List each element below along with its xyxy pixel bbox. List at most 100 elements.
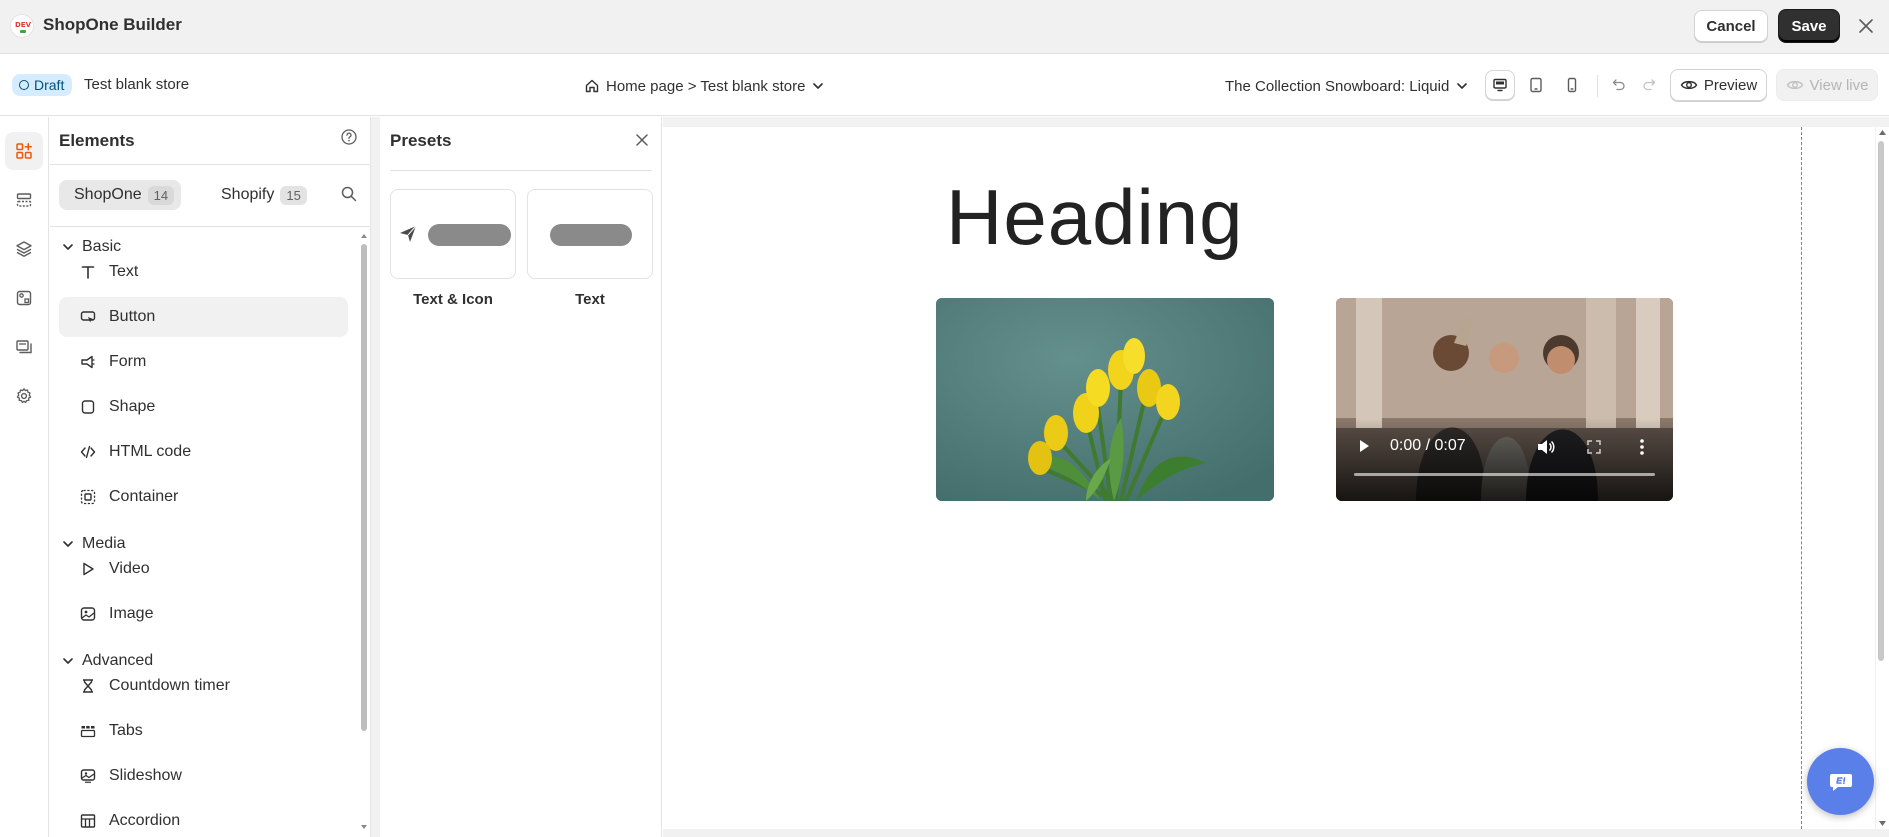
- rail-pages-button[interactable]: [5, 328, 43, 366]
- element-shape[interactable]: Shape: [59, 387, 348, 427]
- preset-text-icon-card[interactable]: [390, 189, 516, 279]
- presets-panel-title: Presets: [390, 131, 452, 150]
- elements-icon: [16, 143, 32, 159]
- chevron-down-icon: [1455, 79, 1469, 93]
- page-selector-label: Home page > Test blank store: [606, 77, 806, 95]
- close-icon[interactable]: [1856, 16, 1876, 36]
- rail-layers-button[interactable]: [5, 230, 43, 268]
- status-badge: Draft: [12, 74, 73, 96]
- element-label: Accordion: [109, 812, 181, 829]
- tabs-icon: [79, 722, 97, 740]
- preset-text-card[interactable]: [527, 189, 653, 279]
- canvas-video[interactable]: 0:00 / 0:07: [1336, 298, 1673, 501]
- logo-text: DEV: [14, 21, 31, 29]
- video-progress-bar[interactable]: [1354, 473, 1655, 476]
- app-title: ShopOne Builder: [43, 15, 182, 34]
- top-bar: DEV ShopOne Builder Cancel Save: [0, 0, 1889, 54]
- preset-label: Text & Icon: [413, 291, 493, 308]
- store-name: Test blank store: [84, 76, 190, 93]
- eye-icon: [1786, 80, 1803, 90]
- desktop-icon: [1493, 78, 1507, 92]
- view-live-button[interactable]: View live: [1776, 69, 1878, 101]
- element-accordion[interactable]: Accordion: [59, 801, 348, 837]
- video-timestamp: 0:00 / 0:07: [1390, 437, 1466, 454]
- element-button[interactable]: Button: [59, 297, 348, 337]
- volume-icon: [1538, 440, 1555, 454]
- desktop-view-button[interactable]: [1485, 70, 1515, 100]
- element-label: Slideshow: [109, 767, 182, 784]
- layers-icon: [16, 241, 32, 257]
- element-label: Countdown timer: [109, 677, 230, 694]
- send-icon: [400, 225, 417, 242]
- element-text[interactable]: Text: [59, 252, 348, 292]
- tab-shopone[interactable]: ShopOne 14: [59, 180, 182, 210]
- code-icon: [79, 443, 97, 461]
- sections-icon: [16, 193, 32, 207]
- form-icon: [79, 353, 97, 371]
- redo-button[interactable]: [1637, 73, 1661, 97]
- rail-templates-button[interactable]: [5, 279, 43, 317]
- canvas-image[interactable]: [936, 298, 1274, 501]
- preset-label: Text: [575, 291, 605, 308]
- element-label: Form: [109, 353, 147, 370]
- element-countdown-timer[interactable]: Countdown timer: [59, 666, 348, 706]
- slideshow-icon: [79, 767, 97, 785]
- draft-dot-icon: [19, 80, 29, 90]
- cancel-button[interactable]: Cancel: [1694, 10, 1768, 42]
- play-icon: [79, 560, 97, 578]
- template-selector[interactable]: The Collection Snowboard: Liquid: [1225, 74, 1469, 98]
- rail-sections-button[interactable]: [5, 181, 43, 219]
- view-live-label: View live: [1809, 76, 1869, 94]
- hourglass-icon: [79, 677, 97, 695]
- page-canvas[interactable]: Heading 0:00 / 0:07: [663, 127, 1875, 829]
- gear-icon: [16, 388, 32, 404]
- canvas-heading[interactable]: Heading: [946, 172, 1244, 263]
- chat-support-button[interactable]: [1807, 748, 1874, 815]
- tab-shopify[interactable]: Shopify 15: [206, 180, 314, 210]
- rail-elements-button[interactable]: [5, 132, 43, 170]
- chevron-down-icon: [811, 79, 825, 93]
- search-icon[interactable]: [340, 185, 360, 205]
- templates-icon: [16, 290, 32, 306]
- presets-panel: Presets Text & Icon Text: [380, 117, 662, 837]
- undo-icon: [1612, 79, 1625, 91]
- help-icon[interactable]: [340, 128, 358, 146]
- element-video[interactable]: Video: [59, 549, 348, 589]
- text-icon: [79, 263, 97, 281]
- element-label: HTML code: [109, 443, 192, 460]
- mobile-view-button[interactable]: [1557, 70, 1587, 100]
- preview-label: Preview: [1703, 76, 1758, 94]
- rail-settings-button[interactable]: [5, 377, 43, 415]
- preview-button[interactable]: Preview: [1670, 69, 1767, 101]
- mobile-icon: [1567, 77, 1577, 93]
- tab-label: ShopOne: [74, 186, 142, 203]
- canvas-scrollbar-thumb[interactable]: [1878, 141, 1884, 661]
- element-form[interactable]: Form: [59, 342, 348, 382]
- shape-icon: [79, 398, 97, 416]
- element-label: Tabs: [109, 722, 143, 739]
- element-slideshow[interactable]: Slideshow: [59, 756, 348, 796]
- close-icon[interactable]: [633, 131, 651, 149]
- element-label: Text: [109, 263, 139, 280]
- container-icon: [79, 488, 97, 506]
- element-container[interactable]: Container: [59, 477, 348, 517]
- tab-count: 14: [147, 185, 175, 205]
- save-button[interactable]: Save: [1778, 9, 1840, 43]
- element-label: Button: [109, 308, 156, 325]
- redo-icon: [1643, 79, 1656, 91]
- more-vertical-icon: [1640, 439, 1644, 455]
- element-label: Image: [109, 605, 154, 622]
- element-html-code[interactable]: HTML code: [59, 432, 348, 472]
- element-image[interactable]: Image: [59, 594, 348, 634]
- element-label: Container: [109, 488, 179, 505]
- page-selector[interactable]: Home page > Test blank store: [584, 74, 825, 98]
- tab-count: 15: [280, 185, 307, 205]
- elements-list: Basic Text Button Form Shape HTML code C…: [50, 227, 362, 837]
- undo-button[interactable]: [1607, 73, 1631, 97]
- elements-scrollbar-thumb[interactable]: [361, 244, 367, 731]
- accordion-icon: [79, 812, 97, 830]
- tablet-view-button[interactable]: [1521, 70, 1551, 100]
- element-tabs[interactable]: Tabs: [59, 711, 348, 751]
- elements-panel: Elements ShopOne 14 Shopify 15 Basic Tex…: [50, 117, 371, 837]
- element-label: Shape: [109, 398, 156, 415]
